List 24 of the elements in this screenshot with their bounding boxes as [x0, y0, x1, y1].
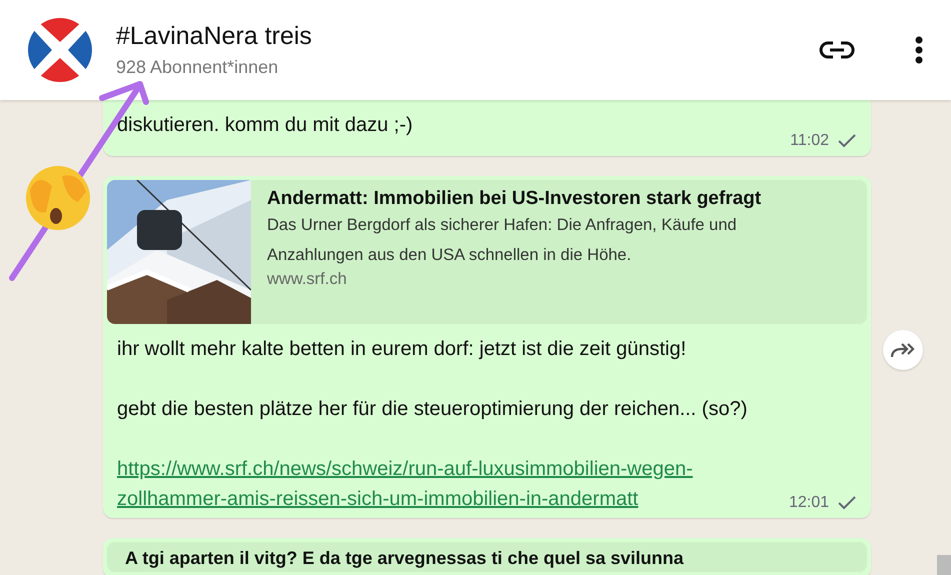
emoji-icon	[26, 166, 90, 230]
link-button[interactable]	[819, 40, 855, 60]
forward-icon	[890, 341, 916, 359]
channel-avatar[interactable]	[28, 18, 92, 82]
message-link[interactable]: https://www.srf.ch/news/schweiz/run-auf-luxusimmobilien-wegen-zollhammer-amis-reissen-sich-um-immobilien-in-andermatt	[107, 454, 709, 514]
subscriber-count: 928 Abonnent*innen	[116, 57, 280, 78]
preview-description: Das Urner Bergdorf als sicherer Hafen: Die Anfragen, Käufe und Anzahlungen aus den USA schnellen in die Höhe.	[267, 215, 738, 266]
forward-button[interactable]	[883, 330, 923, 370]
message-text: ihr wollt mehr kalte betten in eurem dorf: jetzt ist die zeit günstig!	[116, 337, 688, 362]
message-time: 11:02	[790, 132, 829, 150]
channel-title: #LavinaNera treis	[116, 22, 313, 51]
preview-title: Andermatt: Immobilien bei US-Investoren stark gefragt	[267, 188, 762, 210]
message-text: diskutieren. komm du mit dazu ;-)	[116, 113, 414, 138]
message-text: gebt die besten plätze her für die steueroptimierung der reichen... (so?)	[116, 397, 748, 422]
check-icon	[837, 133, 857, 149]
scrollbar[interactable]	[937, 555, 951, 575]
message-time: 12:01	[788, 494, 829, 512]
more-icon	[915, 36, 923, 64]
quoted-text: A tgi aparten il vitg? E da tge arvegnessas ti che quel sa svilunna	[107, 542, 867, 572]
preview-domain: www.srf.ch	[267, 270, 348, 289]
check-icon	[837, 495, 857, 511]
menu-button[interactable]	[915, 36, 923, 64]
link-preview[interactable]: Andermatt: Immobilien bei US-Investoren stark gefragt Das Urner Bergdorf als sicherer Hafen: Die Anfragen, Käufe und Anzahlungen aus den USA schnellen in die Höhe. www.srf.ch	[107, 180, 867, 324]
link-icon	[819, 40, 855, 60]
